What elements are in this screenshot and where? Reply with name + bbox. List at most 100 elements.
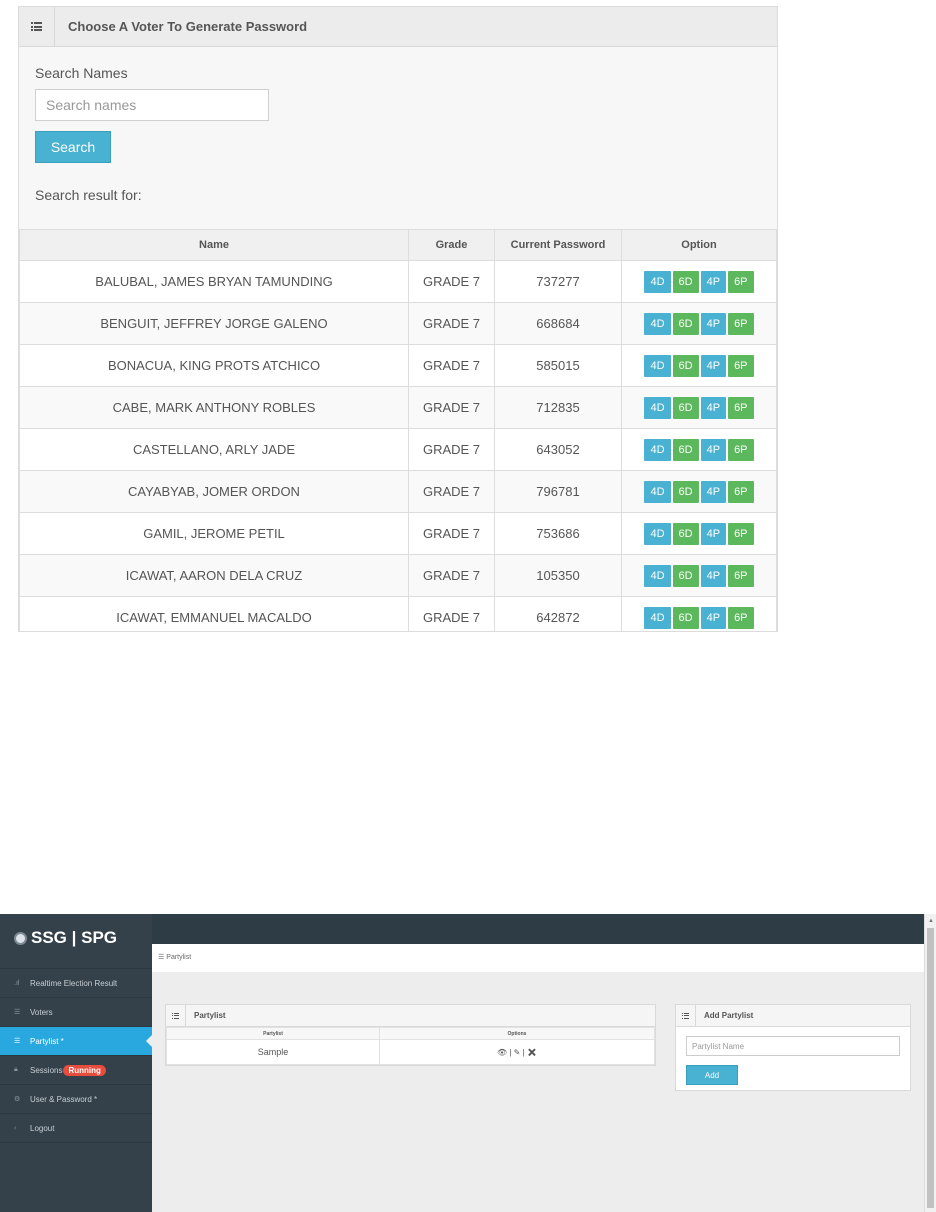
lock-icon: 🔒︎ [14, 1066, 18, 1073]
generate-6p-button[interactable]: 6P [728, 606, 754, 629]
generate-4p-button[interactable]: 4P [700, 312, 727, 335]
cell-password: 585015 [494, 344, 622, 387]
cell-name: BALUBAL, JAMES BRYAN TAMUNDING [19, 260, 409, 303]
generate-4d-button[interactable]: 4D [644, 522, 671, 545]
cell-name: BENGUIT, JEFFREY JORGE GALENO [19, 302, 409, 345]
cell-password: 643052 [494, 428, 622, 471]
generate-4p-button[interactable]: 4P [700, 270, 727, 293]
table-row: BALUBAL, JAMES BRYAN TAMUNDING GRADE 7 737… [19, 260, 777, 303]
generate-6d-button[interactable]: 6D [672, 354, 699, 377]
partylist-name-input[interactable] [686, 1036, 900, 1056]
cell-name: ICAWAT, AARON DELA CRUZ [19, 554, 409, 597]
bar-chart-icon: .ıl [14, 979, 20, 987]
generate-4p-button[interactable]: 4P [700, 522, 727, 545]
generate-4d-button[interactable]: 4D [644, 354, 671, 377]
generate-6d-button[interactable]: 6D [672, 564, 699, 587]
generate-6p-button[interactable]: 6P [728, 522, 754, 545]
generate-4d-button[interactable]: 4D [644, 606, 671, 629]
cell-options: 4D 6D 4P 6P [621, 260, 777, 303]
sidebar-item-realtime-election-result[interactable]: .ıl Realtime Election Result [0, 968, 152, 997]
generate-4d-button[interactable]: 4D [644, 564, 671, 587]
logo-text: SSG | SPG [31, 928, 118, 947]
generate-4p-button[interactable]: 4P [700, 438, 727, 461]
cell-name: GAMIL, JEROME PETIL [19, 512, 409, 555]
logo-icon [14, 931, 27, 945]
cell-password: 712835 [494, 386, 622, 429]
scroll-up-icon[interactable]: ▲ [928, 918, 934, 924]
sidebar-item-label: Sessions [30, 1065, 63, 1075]
generate-6p-button[interactable]: 6P [728, 480, 754, 503]
sidebar-item-partylist[interactable]: ☰ Partylist * [0, 1026, 152, 1055]
sidebar-item-logout[interactable]: ‹ Logout [0, 1113, 152, 1142]
table-row: ICAWAT, EMMANUEL MACALDO GRADE 7 642872 4D 6… [19, 596, 777, 631]
add-partylist-button[interactable]: Add [686, 1065, 738, 1085]
cell-options: 4D 6D 4P 6P [621, 302, 777, 345]
search-label: Search Names [35, 65, 128, 81]
generate-6p-button[interactable]: 6P [728, 396, 754, 419]
panel-header: Choose A Voter To Generate Password [19, 7, 777, 47]
generate-4d-button[interactable]: 4D [644, 312, 671, 335]
generate-4d-button[interactable]: 4D [644, 480, 671, 503]
partylist-name: Sample [166, 1039, 380, 1065]
cell-grade: GRADE 7 [408, 386, 495, 429]
generate-6p-button[interactable]: 6P [728, 438, 754, 461]
generate-6d-button[interactable]: 6D [672, 270, 699, 293]
generate-4p-button[interactable]: 4P [700, 480, 727, 503]
voter-table: Name Grade Current Password Option BALUB… [19, 229, 777, 631]
generate-6d-button[interactable]: 6D [672, 438, 699, 461]
cell-options: 4D 6D 4P 6P [621, 596, 777, 631]
generate-4p-button[interactable]: 4P [700, 606, 727, 629]
generate-6p-button[interactable]: 6P [728, 564, 754, 587]
breadcrumb-label: Partylist [166, 954, 192, 961]
generate-4p-button[interactable]: 4P [700, 564, 727, 587]
column-header-option: Option [621, 229, 777, 261]
sidebar-divider [0, 1142, 152, 1143]
sidebar: SSG | SPG .ıl Realtime Election Result ☰ Vo… [0, 914, 152, 1212]
panel-title: Choose A Voter To Generate Password [68, 19, 308, 34]
search-input[interactable] [35, 89, 269, 121]
cell-options: 4D 6D 4P 6P [621, 554, 777, 597]
sidebar-item-user-password[interactable]: ⚙ User & Password * [0, 1084, 152, 1113]
table-row: CABE, MARK ANTHONY ROBLES GRADE 7 712835 4D… [19, 386, 777, 429]
generate-4d-button[interactable]: 4D [644, 270, 671, 293]
cell-grade: GRADE 7 [408, 428, 495, 471]
generate-6d-button[interactable]: 6D [672, 522, 699, 545]
generate-4p-button[interactable]: 4P [700, 354, 727, 377]
cell-name: BONACUA, KING PROTS ATCHICO [19, 344, 409, 387]
generate-6p-button[interactable]: 6P [728, 270, 754, 293]
generate-6d-button[interactable]: 6D [672, 396, 699, 419]
cell-password: 753686 [494, 512, 622, 555]
table-row: CASTELLANO, ARLY JADE GRADE 7 643052 4D 6D 4P… [19, 428, 777, 471]
table-row: GAMIL, JEROME PETIL GRADE 7 753686 4D 6D 4P 6P [19, 512, 777, 555]
generate-6d-button[interactable]: 6D [672, 312, 699, 335]
list-icon [19, 7, 55, 47]
partylist-options[interactable]: 👁 | ✎ | ✖ [379, 1039, 655, 1065]
cell-grade: GRADE 7 [408, 260, 495, 303]
cell-password: 642872 [494, 596, 622, 631]
generate-6p-button[interactable]: 6P [728, 354, 754, 377]
table-row: Sample 👁 | ✎ | ✖ [166, 1039, 655, 1065]
generate-6d-button[interactable]: 6D [672, 606, 699, 629]
generate-6d-button[interactable]: 6D [672, 480, 699, 503]
generate-4d-button[interactable]: 4D [644, 396, 671, 419]
partylist-box: Partylist Partylist Options Sample 👁 | ✎… [165, 1004, 656, 1066]
column-header-grade: Grade [408, 229, 495, 261]
sidebar-item-voters[interactable]: ☰ Voters [0, 997, 152, 1026]
search-result-label: Search result for: [35, 187, 142, 203]
generate-4d-button[interactable]: 4D [644, 438, 671, 461]
table-row: BENGUIT, JEFFREY JORGE GALENO GRADE 7 6686… [19, 302, 777, 345]
scrollbar-thumb[interactable] [927, 928, 934, 1208]
cell-options: 4D 6D 4P 6P [621, 344, 777, 387]
generate-4p-button[interactable]: 4P [700, 396, 727, 419]
logo[interactable]: SSG | SPG [14, 928, 117, 948]
gear-icon: ⚙ [14, 1096, 21, 1103]
table-header-row: Name Grade Current Password Option [19, 229, 777, 261]
cell-options: 4D 6D 4P 6P [621, 428, 777, 471]
scrollbar[interactable]: ▲ [924, 914, 936, 1212]
cell-options: 4D 6D 4P 6P [621, 512, 777, 555]
generate-6p-button[interactable]: 6P [728, 312, 754, 335]
sidebar-item-sessions[interactable]: 🔒︎ Sessions Running [0, 1055, 152, 1084]
search-button[interactable]: Search [35, 131, 111, 163]
partylist-box-title: Partylist [194, 1011, 226, 1020]
sidebar-item-label: Logout [30, 1123, 55, 1133]
